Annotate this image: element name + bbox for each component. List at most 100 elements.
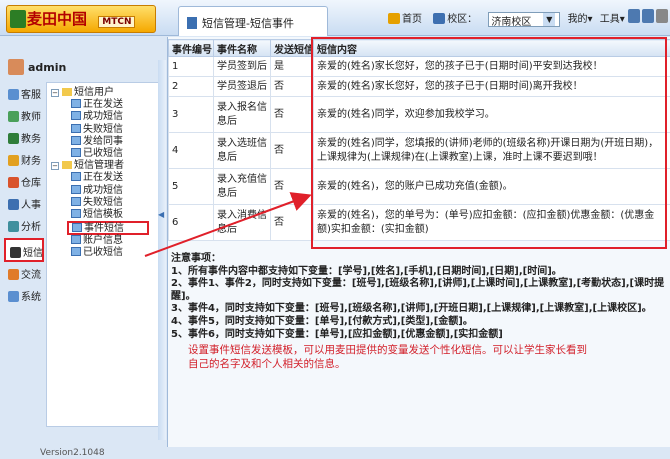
nav-label: 教师 — [21, 112, 41, 123]
nav-item-analysis[interactable]: 分析 — [4, 214, 44, 236]
grid-icon[interactable] — [642, 9, 654, 23]
campus-label: 校区： — [447, 14, 478, 25]
sms-item-icon — [71, 208, 81, 218]
cell-name: 录入报名信息后 — [213, 96, 271, 133]
campus-select-value: 济南校区 — [491, 17, 532, 28]
sms-item-icon — [71, 135, 81, 145]
home-link[interactable]: 首页 — [388, 13, 426, 25]
collapse-icon[interactable]: − — [51, 89, 59, 97]
sms-item-icon — [71, 99, 81, 109]
collapse-icon[interactable]: − — [51, 162, 59, 171]
analysis-icon — [8, 221, 19, 232]
campus-link: 校区： — [433, 13, 481, 25]
table-row[interactable]: 2 学员签退后 否 亲爱的(姓名)家长您好，您的孩子已于(日期时间)离开我校！ — [168, 76, 670, 97]
warehouse-icon — [8, 177, 19, 188]
note-line: 1、所有事件内容中都支持如下变量：[学号],[姓名],[手机],[日期时间],[… — [171, 265, 562, 277]
table-row[interactable]: 5 录入充值信息后 否 亲爱的(姓名)，您的账户已成功充值(金额)。 — [168, 168, 670, 205]
cell-send: 否 — [270, 96, 314, 133]
cell-send: 是 — [270, 56, 314, 77]
nav-label: 财务 — [21, 156, 41, 167]
window-icon[interactable] — [628, 9, 640, 23]
nav-item-customer-service[interactable]: 客服 — [4, 82, 44, 104]
tree-item-label: 正在发送 — [83, 99, 123, 111]
tree-item-label: 正在发送 — [83, 172, 123, 184]
finance-icon — [8, 155, 19, 166]
top-links: 首页 校区： 济南校区 ▼ 我的▾ 工具▾ — [388, 10, 629, 28]
tree-item-account-info[interactable]: 账户信息 — [49, 235, 157, 247]
toolbar-icons — [626, 9, 668, 26]
campus-icon — [433, 13, 446, 24]
tree-item-failed[interactable]: 失败短信 — [49, 123, 157, 136]
table-row[interactable]: 3 录入报名信息后 否 亲爱的(姓名)同学，欢迎参加我校学习。 — [168, 96, 670, 133]
sms-item-icon — [71, 172, 81, 182]
tree-item-label: 失败短信 — [83, 196, 123, 208]
user-bar: admin — [4, 56, 154, 78]
left-nav: 客服 教师 教务 财务 仓库 人事 分析 短信 交流 系统 — [4, 82, 44, 306]
tree-item-mgr-sending[interactable]: 正在发送 — [49, 172, 157, 184]
tab-sms-events[interactable]: 短信管理-短信事件 — [178, 6, 328, 36]
nav-item-chat[interactable]: 交流 — [4, 262, 44, 284]
cell-id: 3 — [168, 96, 214, 133]
col-event-name[interactable]: 事件名称 — [213, 39, 271, 57]
tree-item-success[interactable]: 成功短信 — [49, 111, 157, 123]
tools-menu[interactable]: 工具▾ — [600, 14, 625, 25]
tree-item-event-sms[interactable]: 事件短信 — [67, 221, 149, 236]
tab-title: 短信管理-短信事件 — [202, 17, 294, 30]
exit-icon[interactable] — [656, 9, 668, 23]
logo-text: 麦田中国 — [27, 10, 88, 28]
nav-label: 分析 — [21, 222, 41, 233]
tree-item-mgr-failed[interactable]: 失败短信 — [49, 196, 157, 209]
cell-name: 学员签退后 — [213, 76, 271, 97]
note-line: 2、事件1、事件2，同时支持如下变量：[班号],[班级名称],[讲师],[上课时… — [171, 278, 665, 302]
table-row[interactable]: 1 学员签到后 是 亲爱的(姓名)家长您好，您的孩子已于(日期时间)平安到达我校… — [168, 56, 670, 77]
tree-item-label: 短信模板 — [83, 208, 123, 220]
splitter[interactable]: ◀ — [158, 60, 166, 440]
academic-icon — [8, 133, 19, 144]
tree-item-sending[interactable]: 正在发送 — [49, 99, 157, 111]
my-menu[interactable]: 我的▾ — [568, 14, 593, 25]
table-row[interactable]: 6 录入消费信息后 否 亲爱的(姓名)，您的单号为：(单号)应扣金额：(应扣金额… — [168, 204, 670, 241]
sms-item-icon — [71, 196, 81, 206]
customer-service-icon — [8, 89, 19, 100]
cell-id: 5 — [168, 168, 214, 205]
tree-item-received[interactable]: 已收短信 — [49, 147, 157, 160]
col-event-id[interactable]: 事件编号 — [168, 39, 214, 57]
nav-label: 客服 — [21, 90, 41, 101]
sms-item-icon — [71, 184, 81, 194]
tree-item-send-colleague[interactable]: 发给同事 — [49, 135, 157, 148]
sms-item-icon — [71, 247, 81, 257]
campus-select[interactable]: 济南校区 ▼ — [488, 12, 561, 28]
col-sms-content[interactable]: 短信内容 — [313, 39, 670, 57]
col-send-sms[interactable]: 发送短信 — [270, 39, 314, 57]
top-bar: 麦田中国 MTCN 短信管理-短信事件 首页 校区： 济南校区 ▼ 我的▾ 工具▾ — [0, 0, 670, 36]
tree-item-label: 失败短信 — [83, 123, 123, 135]
chevron-left-icon[interactable]: ◀ — [158, 210, 164, 219]
cell-content: 亲爱的(姓名)家长您好，您的孩子已于(日期时间)平安到达我校！ — [313, 56, 670, 77]
table-row[interactable]: 4 录入选班信息后 否 亲爱的(姓名)同学，您填报的(讲师)老师的(班级名称)开… — [168, 132, 670, 169]
tree-group-sms-manager[interactable]: − 短信管理者 — [49, 160, 157, 172]
nav-item-sms[interactable]: 短信 — [4, 238, 44, 262]
avatar — [8, 59, 24, 75]
notes-section: 注意事项： 1、所有事件内容中都支持如下变量：[学号],[姓名],[手机],[日… — [171, 253, 670, 341]
nav-item-finance[interactable]: 财务 — [4, 148, 44, 170]
cell-content: 亲爱的(姓名)同学，欢迎参加我校学习。 — [313, 96, 670, 133]
version-label: Version2.1048 — [40, 448, 105, 458]
cell-name: 学员签到后 — [213, 56, 271, 77]
nav-item-academic[interactable]: 教务 — [4, 126, 44, 148]
folder-icon — [62, 161, 72, 170]
tree-item-mgr-success[interactable]: 成功短信 — [49, 184, 157, 197]
document-icon — [187, 17, 197, 29]
cell-id: 6 — [168, 204, 214, 241]
nav-item-hr[interactable]: 人事 — [4, 192, 44, 214]
tree-group-sms-user[interactable]: − 短信用户 — [49, 87, 157, 99]
nav-item-warehouse[interactable]: 仓库 — [4, 170, 44, 192]
tree-item-label: 事件短信 — [84, 223, 124, 235]
nav-item-teacher[interactable]: 教师 — [4, 104, 44, 126]
sms-item-icon — [72, 223, 82, 233]
tree-item-templates[interactable]: 短信模板 — [49, 208, 157, 221]
tree-item-mgr-received[interactable]: 已收短信 — [49, 247, 157, 259]
chat-icon — [8, 269, 19, 280]
chevron-down-icon: ▼ — [543, 13, 556, 26]
nav-item-system[interactable]: 系统 — [4, 284, 44, 306]
cell-content: 亲爱的(姓名)，您的单号为：(单号)应扣金额：(应扣金额)优惠金额：(优惠金额)… — [313, 204, 670, 241]
